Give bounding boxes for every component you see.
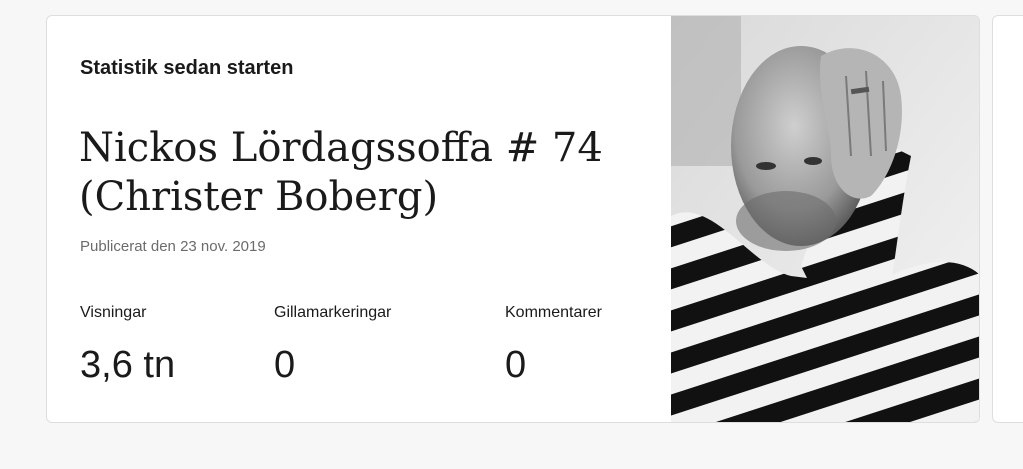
post-stats-card[interactable]: Statistik sedan starten Nickos Lördagsso… (46, 15, 980, 423)
stat-likes-value: 0 (274, 344, 296, 386)
section-title: Statistik sedan starten (80, 57, 294, 79)
post-title-line2: (Christer Boberg) (79, 174, 439, 220)
stat-likes-label: Gillamarkeringar (274, 304, 392, 321)
published-date: Publicerat den 23 nov. 2019 (80, 238, 266, 255)
stat-comments-label: Kommentarer (505, 304, 602, 321)
stat-views-value: 3,6 tn (80, 344, 176, 386)
stat-comments: Kommentarer 0 (505, 304, 602, 387)
stat-likes: Gillamarkeringar 0 (274, 304, 391, 387)
post-photo[interactable] (671, 16, 979, 422)
stat-views-label: Visningar (80, 304, 147, 321)
next-card-edge[interactable] (992, 15, 1023, 423)
portrait-image (671, 16, 979, 422)
post-title-line1: Nickos Lördagssoffa # 74 (79, 125, 603, 171)
stat-comments-value: 0 (505, 344, 527, 386)
post-title[interactable]: Nickos Lördagssoffa # 74 (Christer Bober… (79, 124, 639, 222)
stat-views: Visningar 3,6 tn (80, 304, 175, 387)
